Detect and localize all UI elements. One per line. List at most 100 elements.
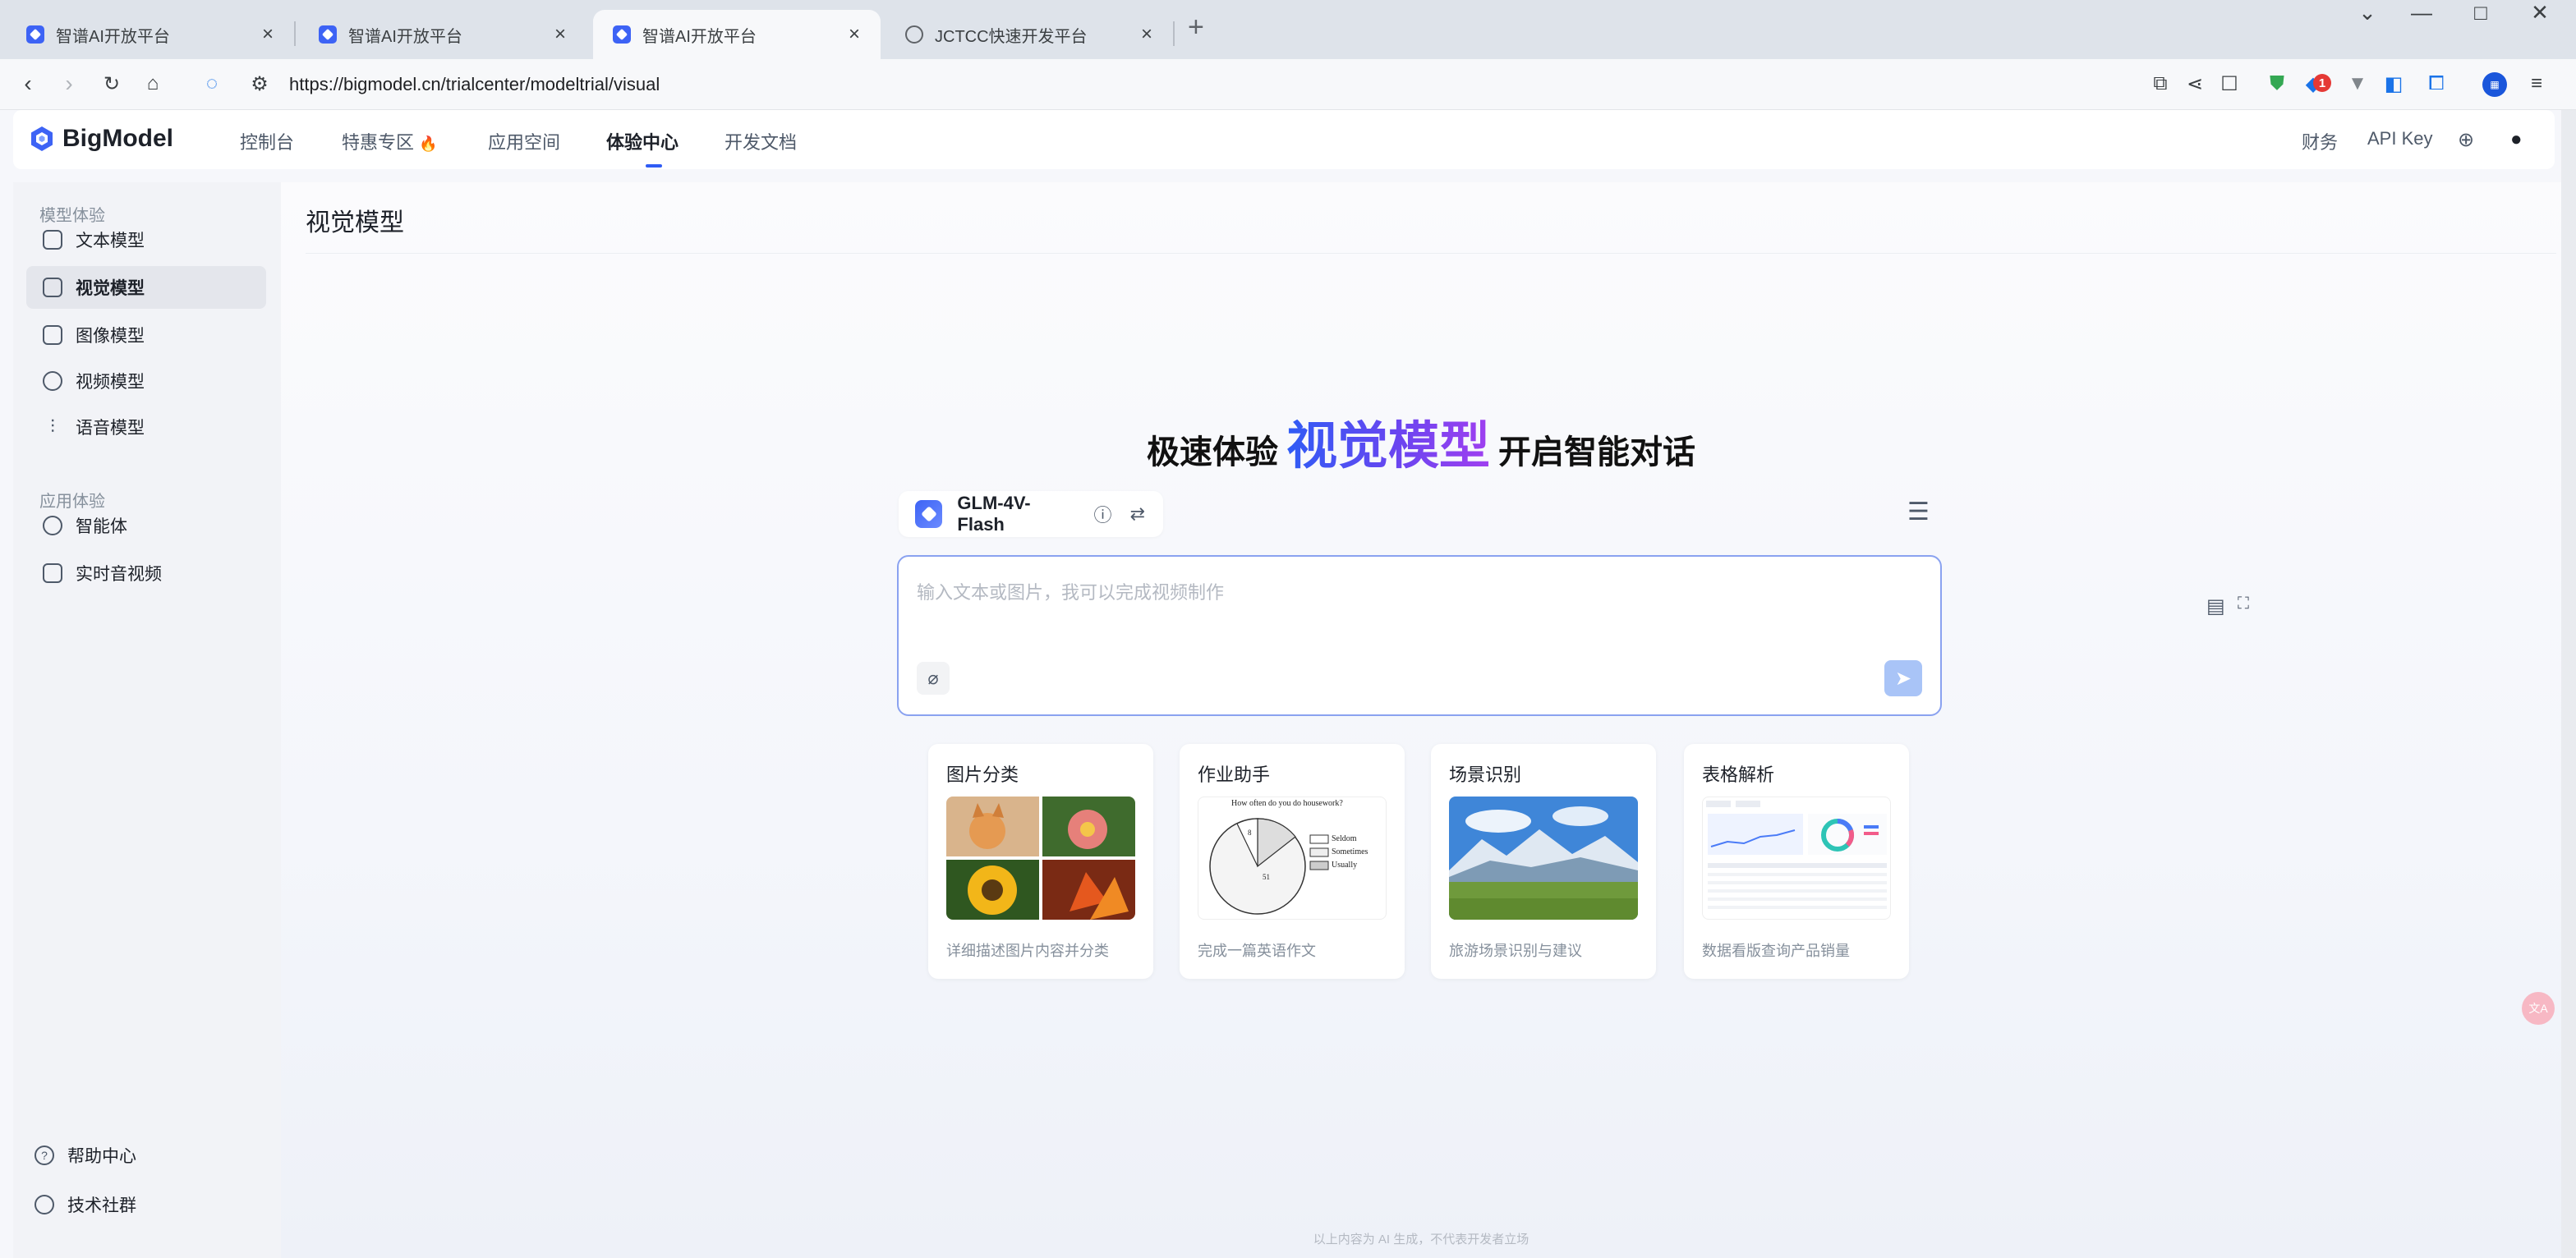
menu-icon[interactable]: ≡ (2520, 67, 2553, 100)
address-bar[interactable]: https://bigmodel.cn/trialcenter/modeltri… (289, 74, 660, 95)
reload-icon[interactable]: ↻ (95, 67, 128, 100)
zhipu-favicon-icon (319, 25, 337, 44)
sidebar-item-label: 视频模型 (76, 373, 145, 392)
browser-tab[interactable]: 智谱AI开放平台 × (7, 10, 296, 59)
sidebar-bottom-label: 帮助中心 (67, 1147, 136, 1166)
sidebar-item-label: 语音模型 (76, 419, 145, 438)
forward-icon[interactable]: › (53, 67, 85, 100)
vision-chart-icon (43, 278, 62, 297)
community-chat-icon (34, 1195, 54, 1214)
page-title: 视觉模型 (306, 209, 404, 236)
example-card-scene[interactable]: 场景识别 旅游场景识别与建议 (1431, 744, 1656, 979)
model-selector[interactable]: GLM-4V-Flash ⓘ ⇄ (899, 491, 1163, 537)
new-tab-icon[interactable]: + (1188, 11, 1204, 44)
sidebar-item-agent[interactable]: 智能体 (26, 504, 266, 547)
language-globe-icon[interactable]: ⊕ (2458, 128, 2474, 152)
browser-tab[interactable]: 智谱AI开放平台 × (299, 10, 586, 59)
browser-tab-active[interactable]: 智谱AI开放平台 × (593, 10, 881, 59)
tab-title: JCTCC快速开发平台 (935, 27, 1088, 46)
realtime-video-icon (43, 563, 62, 583)
sidebar-help-center[interactable]: ? 帮助中心 (34, 1143, 136, 1168)
install-app-icon[interactable]: ⧉ (2144, 67, 2177, 100)
translate-float-icon[interactable]: 文A (2522, 992, 2555, 1025)
chart-legend-seldom: Seldom (1332, 834, 1357, 843)
sidebar-item-label: 视觉模型 (76, 279, 145, 298)
main-content: 视觉模型 极速体验 视觉模型 开启智能对话 GLM-4V-Flash ⓘ ⇄ ☰… (281, 182, 2561, 1258)
globe-favicon-icon (905, 25, 923, 44)
close-tab-icon[interactable]: × (258, 23, 278, 46)
nav-dev-docs[interactable]: 开发文档 (724, 128, 797, 154)
browser-toolbar: ‹ › ↻ ⌂ ◌ ⚙ https://bigmodel.cn/trialcen… (0, 59, 2576, 110)
example-card-homework[interactable]: 作业助手 How often do you do housework? Seld… (1180, 744, 1405, 979)
chart-label-8: 8 (1248, 829, 1252, 837)
chart-title: How often do you do housework? (1231, 799, 1343, 808)
zhipu-favicon-icon (26, 25, 44, 44)
sidebar-item-label: 智能体 (76, 517, 127, 536)
nav-special-offers[interactable]: 特惠专区 🔥 (342, 128, 438, 154)
card-title: 作业助手 (1198, 764, 1271, 785)
sidebar-item-video-model[interactable]: 视频模型 (26, 360, 266, 402)
extension-v-icon[interactable]: ▼ (2341, 67, 2374, 100)
keyboard-icon[interactable]: ▤ (2206, 595, 2225, 618)
nav-app-space[interactable]: 应用空间 (488, 128, 560, 154)
sidebar-item-label: 图像模型 (76, 327, 145, 346)
divider (306, 253, 2556, 254)
bigmodel-logo[interactable]: BigModel (30, 125, 173, 153)
minimize-icon[interactable]: — (2405, 0, 2438, 25)
nav-api-key[interactable]: API Key (2367, 128, 2432, 149)
nav-active-indicator (646, 164, 662, 168)
card-title: 场景识别 (1449, 764, 1522, 785)
home-icon[interactable]: ⌂ (136, 67, 169, 100)
attach-file-button[interactable]: ⌀ (917, 662, 950, 695)
chat-input[interactable]: 输入文本或图片，我可以完成视频制作 ⌀ ➤ (897, 555, 1942, 716)
card-image (1449, 797, 1638, 920)
nav-finance[interactable]: 财务 (2302, 128, 2338, 154)
extension-book-icon[interactable]: ◧ (2377, 67, 2410, 100)
puzzle-icon[interactable]: ⧠ (2420, 67, 2453, 100)
bookmark-icon[interactable]: ☐ (2213, 67, 2246, 100)
fire-icon: 🔥 (419, 135, 438, 152)
card-image (1702, 797, 1891, 920)
image-icon (43, 325, 62, 345)
maximize-icon[interactable]: □ (2464, 0, 2497, 25)
close-tab-icon[interactable]: × (844, 23, 864, 46)
browser-tab[interactable]: JCTCC快速开发平台 × (886, 10, 1175, 59)
extension-icon[interactable]: ◌ (196, 67, 228, 100)
shield-icon[interactable]: ⛊ (2261, 67, 2293, 100)
sidebar-item-vision-model[interactable]: 视觉模型 (26, 266, 266, 309)
tab-title: 智谱AI开放平台 (642, 27, 757, 46)
input-placeholder: 输入文本或图片，我可以完成视频制作 (917, 582, 1225, 603)
close-tab-icon[interactable]: × (1137, 23, 1157, 46)
nav-console[interactable]: 控制台 (240, 128, 294, 154)
bigmodel-logo-icon (31, 126, 53, 151)
sidebar-item-text-model[interactable]: 文本模型 (26, 218, 266, 261)
card-image (946, 797, 1135, 920)
share-icon[interactable]: ⋖ (2178, 67, 2211, 100)
chevron-down-icon[interactable]: ⌄ (2351, 0, 2384, 25)
send-button[interactable]: ➤ (1884, 660, 1922, 696)
example-card-image-classify[interactable]: 图片分类 详细描述图片内容并分类 (928, 744, 1153, 979)
sidebar-item-voice-model[interactable]: ⫶ 语音模型 (26, 406, 266, 448)
switch-model-icon[interactable]: ⇄ (1130, 503, 1145, 525)
hero-prefix: 极速体验 (1146, 434, 1278, 471)
card-title: 表格解析 (1702, 764, 1775, 785)
sidebar-item-image-model[interactable]: 图像模型 (26, 314, 266, 356)
logo-text: BigModel (62, 125, 173, 152)
fullscreen-icon[interactable]: ⛶ (2238, 595, 2249, 613)
close-tab-icon[interactable]: × (550, 23, 570, 46)
sidebar-item-realtime-av[interactable]: 实时音视频 (26, 552, 266, 595)
close-window-icon[interactable]: ✕ (2523, 0, 2556, 25)
chart-legend-sometimes: Sometimes (1332, 847, 1368, 856)
nav-experience-center[interactable]: 体验中心 (606, 128, 678, 154)
example-card-table[interactable]: 表格解析 数据看版查询产品销量 (1684, 744, 1909, 979)
zhipu-favicon-icon (613, 25, 631, 44)
settings-sliders-icon[interactable]: ☰ (1907, 498, 1930, 526)
user-icon[interactable]: ● (2510, 128, 2523, 151)
info-icon[interactable]: ⓘ (1094, 501, 1112, 527)
tab-title: 智谱AI开放平台 (56, 27, 170, 46)
site-info-icon[interactable]: ⚙ (243, 67, 276, 100)
sidebar-tech-community[interactable]: 技术社群 (34, 1192, 136, 1217)
chart-label-51: 51 (1263, 873, 1270, 881)
back-icon[interactable]: ‹ (12, 67, 44, 100)
profile-avatar[interactable]: ▦ (2482, 72, 2507, 97)
